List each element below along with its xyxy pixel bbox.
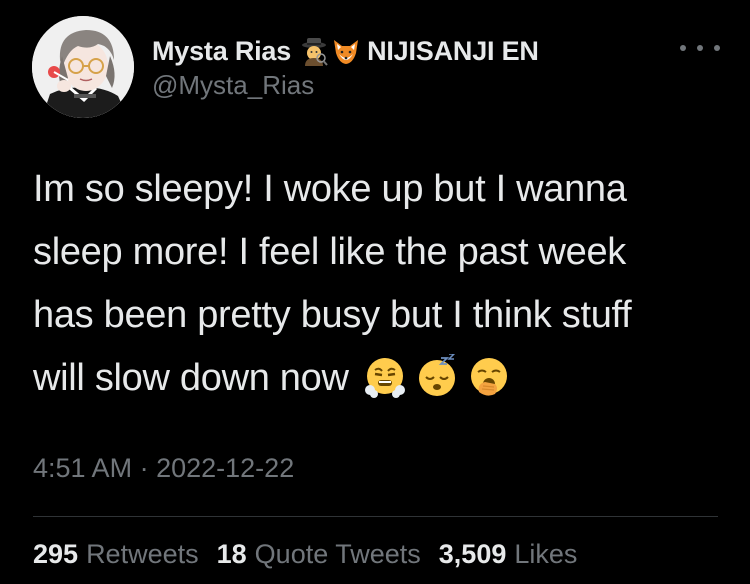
retweets-count: 295 [33, 539, 79, 569]
more-dot-icon [680, 45, 686, 51]
likes-stat[interactable]: 3,509 Likes [439, 539, 578, 570]
yawning-face-emoji-icon [467, 354, 511, 398]
tweet-timestamp[interactable]: 4:51 AM · 2022-12-22 [33, 453, 294, 484]
tweet-emojis [355, 353, 511, 398]
likes-count: 3,509 [438, 539, 507, 569]
quote-tweets-count: 18 [216, 539, 247, 569]
retweets-stat[interactable]: 295 Retweets [33, 539, 199, 570]
timestamp-separator: · [139, 453, 149, 483]
fox-emoji-icon [331, 36, 361, 66]
avatar[interactable] [32, 16, 134, 118]
engagement-stats: 295 Retweets 18 Quote Tweets 3,509 Likes [33, 539, 595, 570]
author-handle[interactable]: @Mysta_Rias [152, 70, 314, 101]
quote-tweets-stat[interactable]: 18 Quote Tweets [217, 539, 421, 570]
sleeping-face-emoji-icon [415, 353, 459, 398]
more-dot-icon [714, 45, 720, 51]
tweet-date[interactable]: 2022-12-22 [156, 453, 294, 483]
divider [33, 516, 718, 517]
more-dot-icon [697, 45, 703, 51]
face-with-steam-emoji-icon [363, 354, 407, 398]
retweets-label: Retweets [86, 539, 199, 569]
tweet-time[interactable]: 4:51 AM [33, 453, 132, 483]
affiliation-name: NIJISANJI EN [367, 35, 539, 66]
tweet-line: has been pretty busy but I think stuff [33, 294, 632, 336]
detective-emoji-icon [299, 36, 329, 66]
more-options-button[interactable] [680, 36, 720, 60]
tweet-line: Im so sleepy! I woke up but I wanna [33, 168, 627, 210]
tweet-detail: Mysta Rias NIJISANJI EN @Mysta_Rias Im s… [0, 0, 750, 584]
tweet-body: Im so sleepy! I woke up but I wanna slee… [33, 158, 723, 410]
display-name[interactable]: Mysta Rias [152, 36, 291, 67]
tweet-line-text: will slow down now [33, 357, 349, 399]
tweet-line: sleep more! I feel like the past week [33, 231, 626, 273]
tweet-line-last: will slow down now [33, 347, 723, 410]
quote-tweets-label: Quote Tweets [254, 539, 421, 569]
likes-label: Likes [514, 539, 578, 569]
avatar-portrait-icon [32, 16, 134, 118]
author-name-row[interactable]: Mysta Rias NIJISANJI EN [152, 34, 539, 68]
